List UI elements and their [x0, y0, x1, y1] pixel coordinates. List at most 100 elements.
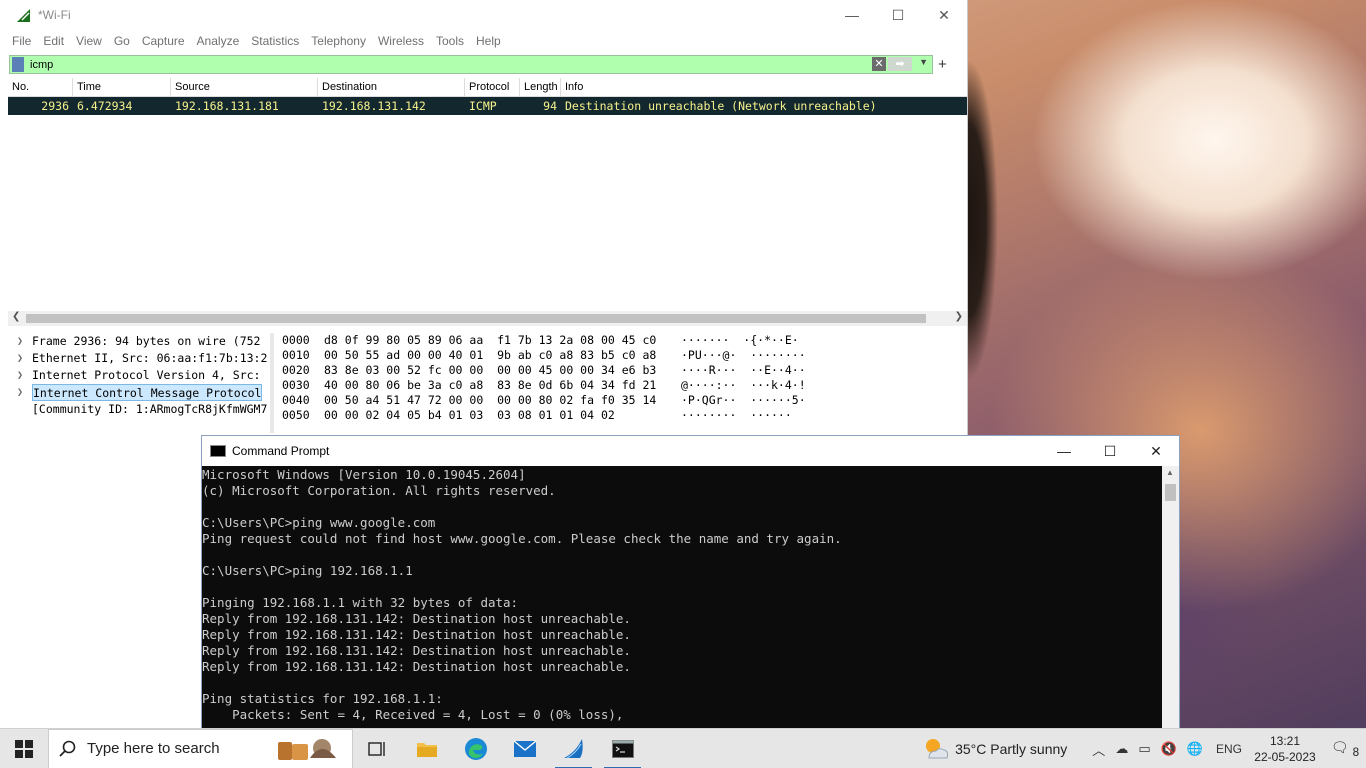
detail-row-icmp[interactable]: ❯ Internet Control Message Protocol: [8, 384, 269, 401]
cmd-scrollbar[interactable]: ▲: [1162, 466, 1179, 729]
packet-time: 6.472934: [77, 99, 133, 113]
volume-muted-icon[interactable]: 🔇: [1161, 741, 1177, 757]
close-icon: ✕: [938, 6, 950, 23]
column-length[interactable]: Length: [520, 78, 561, 96]
chevron-right-icon[interactable]: ❯: [8, 333, 32, 350]
task-view-button[interactable]: [353, 729, 402, 768]
menu-analyze[interactable]: Analyze: [191, 34, 246, 48]
hex-row[interactable]: 0050 00 00 02 04 05 b4 01 03 03 08 01 01 …: [277, 408, 967, 423]
menu-statistics[interactable]: Statistics: [245, 34, 305, 48]
menu-view[interactable]: View: [70, 34, 108, 48]
notification-center-button[interactable]: 🗨 8: [1330, 739, 1360, 759]
menu-go[interactable]: Go: [108, 34, 136, 48]
console-line: Ping statistics for 192.168.1.1:: [202, 691, 443, 706]
menu-capture[interactable]: Capture: [136, 34, 191, 48]
pane-splitter[interactable]: [270, 333, 274, 433]
console-line: Reply from 192.168.131.142: Destination …: [202, 611, 631, 626]
chevron-right-icon[interactable]: ❯: [8, 367, 32, 384]
scroll-left-icon[interactable]: ❮: [12, 311, 20, 322]
taskbar-mail[interactable]: [500, 729, 549, 768]
taskbar-search[interactable]: Type here to search: [48, 728, 353, 768]
menu-wireless[interactable]: Wireless: [372, 34, 430, 48]
chevron-right-icon[interactable]: ❯: [8, 350, 32, 367]
packet-list-scrollbar[interactable]: ❮ ❯: [8, 311, 967, 326]
hex-row[interactable]: 0010 00 50 55 ad 00 00 40 01 9b ab c0 a8 …: [277, 348, 967, 363]
wireshark-icon: [563, 738, 583, 759]
partly-sunny-icon[interactable]: [923, 736, 949, 762]
filter-value: icmp: [30, 58, 54, 71]
cmd-icon: [611, 739, 634, 758]
taskbar-command-prompt[interactable]: [598, 729, 647, 768]
cmd-titlebar[interactable]: Command Prompt — ☐ ✕: [202, 436, 1179, 466]
console-line: Pinging 192.168.1.1 with 32 bytes of dat…: [202, 595, 519, 610]
chevron-up-icon[interactable]: ︿: [1092, 740, 1105, 759]
network-globe-icon[interactable]: 🌐: [1187, 741, 1203, 757]
scrollbar-thumb[interactable]: [1165, 484, 1176, 501]
hex-row[interactable]: 0000 d8 0f 99 80 05 89 06 aa f1 7b 13 2a …: [277, 333, 967, 348]
cmd-minimize-button[interactable]: —: [1041, 436, 1087, 466]
menu-edit[interactable]: Edit: [37, 34, 70, 48]
language-indicator[interactable]: ENG: [1216, 742, 1242, 756]
minimize-icon: —: [1057, 443, 1071, 459]
add-filter-button-icon[interactable]: +: [938, 56, 947, 73]
cmd-window-title: Command Prompt: [232, 444, 330, 458]
column-no[interactable]: No.: [8, 78, 73, 96]
hex-row[interactable]: 0030 40 00 80 06 be 3a c0 a8 83 8e 0d 6b …: [277, 378, 967, 393]
packet-row[interactable]: 2936 6.472934 192.168.131.181 192.168.13…: [8, 97, 967, 115]
column-time[interactable]: Time: [73, 78, 171, 96]
taskbar-file-explorer[interactable]: [402, 729, 451, 768]
taskbar-wireshark[interactable]: [549, 729, 598, 768]
hex-row[interactable]: 0040 00 50 a4 51 47 72 00 00 00 00 80 02 …: [277, 393, 967, 408]
menu-tools[interactable]: Tools: [430, 34, 470, 48]
menu-help[interactable]: Help: [470, 34, 507, 48]
search-placeholder: Type here to search: [87, 740, 220, 757]
clear-filter-icon[interactable]: ✕: [872, 57, 886, 71]
filter-dropdown-icon[interactable]: ▼: [919, 57, 928, 67]
menu-file[interactable]: File: [6, 34, 37, 48]
cmd-maximize-button[interactable]: ☐: [1087, 436, 1133, 466]
bookmark-icon[interactable]: [12, 57, 24, 72]
detail-row-ipv4[interactable]: ❯ Internet Protocol Version 4, Src:: [8, 367, 269, 384]
weather-text[interactable]: 35°C Partly sunny: [955, 741, 1067, 757]
clock-time: 13:21: [1269, 734, 1301, 748]
wireshark-logo-icon: [17, 9, 30, 22]
start-button[interactable]: [0, 729, 48, 768]
scrollbar-thumb[interactable]: [26, 314, 926, 323]
taskbar-edge[interactable]: [451, 729, 500, 768]
console-line: (c) Microsoft Corporation. All rights re…: [202, 483, 556, 498]
console-line: Reply from 192.168.131.142: Destination …: [202, 627, 631, 642]
column-info[interactable]: Info: [561, 78, 967, 96]
notification-count: 8: [1352, 745, 1360, 759]
clock[interactable]: 13:21 22-05-2023: [1250, 733, 1320, 765]
minimize-icon: —: [845, 7, 859, 23]
cmd-close-button[interactable]: ✕: [1133, 436, 1179, 466]
detail-row-ethernet[interactable]: ❯ Ethernet II, Src: 06:aa:f1:7b:13:2: [8, 350, 269, 367]
column-protocol[interactable]: Protocol: [465, 78, 520, 96]
hex-row[interactable]: 0020 83 8e 03 00 52 fc 00 00 00 00 45 00 …: [277, 363, 967, 378]
console-line: C:\Users\PC>ping www.google.com: [202, 515, 436, 530]
wireshark-titlebar: *Wi-Fi — ☐ ✕: [0, 0, 967, 30]
packet-list-header: No. Time Source Destination Protocol Len…: [8, 78, 967, 97]
chevron-right-icon[interactable]: ❯: [8, 384, 32, 401]
windows-logo-icon: [15, 739, 33, 758]
maximize-icon: ☐: [1103, 442, 1117, 459]
column-source[interactable]: Source: [171, 78, 318, 96]
onedrive-icon[interactable]: ☁: [1115, 741, 1128, 757]
column-destination[interactable]: Destination: [318, 78, 465, 96]
console-output[interactable]: Microsoft Windows [Version 10.0.19045.26…: [202, 466, 1163, 729]
packet-bytes-pane: 0000 d8 0f 99 80 05 89 06 aa f1 7b 13 2a …: [277, 333, 967, 433]
apply-filter-icon[interactable]: ➡: [888, 57, 912, 71]
wallpaper-detail: [968, 60, 1008, 390]
detail-row-frame[interactable]: ❯ Frame 2936: 94 bytes on wire (752: [8, 333, 269, 350]
display-filter-input[interactable]: icmp ✕ ➡ ▼: [9, 55, 933, 74]
menu-telephony[interactable]: Telephony: [305, 34, 372, 48]
battery-icon[interactable]: ▭: [1138, 741, 1150, 757]
maximize-button[interactable]: ☐: [875, 0, 921, 30]
minimize-button[interactable]: —: [829, 0, 875, 30]
console-line: Microsoft Windows [Version 10.0.19045.26…: [202, 467, 526, 482]
close-button[interactable]: ✕: [921, 0, 967, 30]
detail-row-community-id[interactable]: [Community ID: 1:ARmogTcR8jKfmWGM7: [8, 401, 269, 418]
scroll-right-icon[interactable]: ❯: [955, 311, 963, 322]
scroll-up-icon[interactable]: ▲: [1166, 468, 1174, 477]
